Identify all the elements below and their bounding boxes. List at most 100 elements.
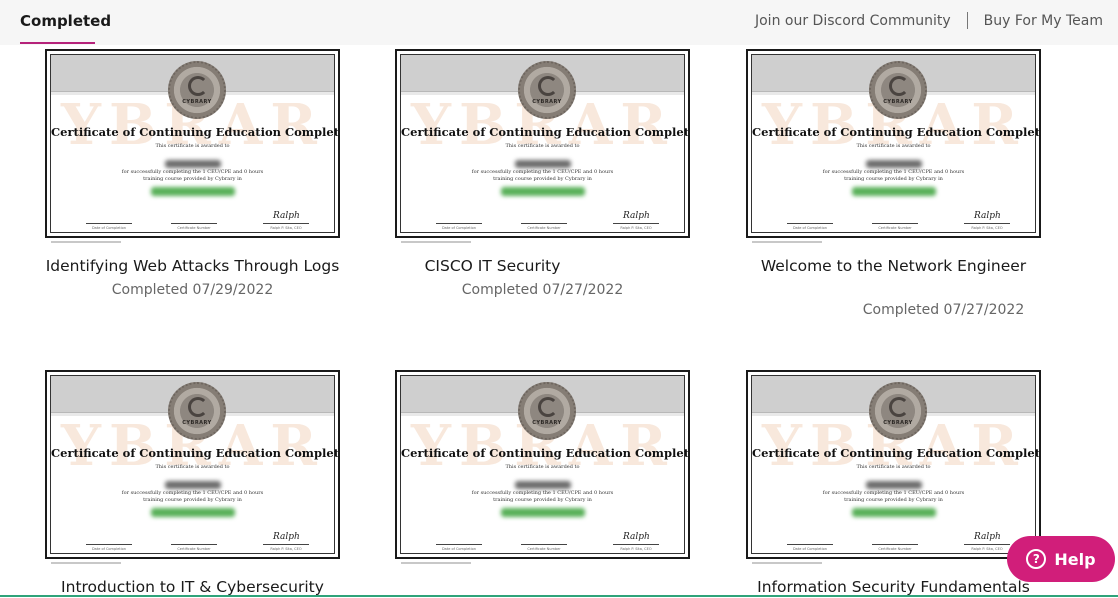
certificate-image: YBRAR CYBRARY Certificate of Continuing … (395, 370, 690, 559)
signature-label: Ralph P. Sita, CEO (270, 547, 302, 551)
course-name-blurred (500, 508, 585, 517)
certificate-title: Certificate of Continuing Education Comp… (752, 125, 1041, 139)
course-title[interactable]: Welcome to the Network Engineer (746, 257, 1041, 275)
signature-line (613, 544, 659, 545)
tab-completed[interactable]: Completed (20, 12, 111, 30)
certificate-awarded-line: This certificate is awarded to (155, 464, 230, 470)
question-circle-icon: ? (1026, 549, 1047, 569)
seal-logo-icon (889, 397, 909, 417)
course-card-4[interactable]: YBRAR CYBRARY Certificate of Continuing … (45, 370, 375, 598)
certificate-provided-line: training course provided by Cybrary in (493, 497, 592, 503)
signature-line (263, 544, 309, 545)
course-card-1[interactable]: YBRAR CYBRARY Certificate of Continuing … (45, 49, 375, 299)
seal-logo-icon (188, 397, 208, 417)
certificate-thumbnail[interactable]: YBRAR CYBRARY Certificate of Continuing … (395, 370, 690, 567)
date-label: Date of Completion (792, 226, 827, 230)
recipient-name-blurred (514, 160, 571, 168)
certificate-frame: YBRAR CYBRARY Certificate of Continuing … (50, 54, 340, 233)
signature-line (263, 223, 309, 224)
course-title[interactable]: CISCO IT Security (345, 257, 640, 275)
seal-logo-icon (538, 397, 558, 417)
completion-date: Completed 07/27/2022 (461, 282, 624, 298)
certificate-frame: YBRAR CYBRARY Certificate of Continuing … (400, 54, 690, 233)
certificate-completing-line: for successfully completing the 1 CEU/CP… (822, 490, 965, 496)
cert-number-line (171, 544, 217, 545)
seal-brand: CYBRARY (182, 99, 212, 105)
certificate-title: Certificate of Continuing Education Comp… (51, 446, 340, 460)
course-name-blurred (150, 187, 235, 196)
certificate-thumbnail[interactable]: YBRAR CYBRARY Certificate of Continuing … (45, 370, 340, 567)
certificate-thumbnail[interactable]: YBRAR CYBRARY Certificate of Continuing … (746, 49, 1041, 246)
help-button[interactable]: ? Help (1007, 536, 1115, 582)
certificate-image: YBRAR CYBRARY Certificate of Continuing … (45, 370, 340, 559)
certificate-image: YBRAR CYBRARY Certificate of Continuing … (45, 49, 340, 238)
seal-logo-icon (889, 76, 909, 96)
certificate-image: YBRAR CYBRARY Certificate of Continuing … (746, 49, 1041, 238)
certificate-title: Certificate of Continuing Education Comp… (401, 125, 690, 139)
signature-label: Ralph P. Sita, CEO (971, 547, 1003, 551)
course-card-5[interactable]: YBRAR CYBRARY Certificate of Continuing … (395, 370, 725, 598)
certificate-awarded-line: This certificate is awarded to (505, 464, 580, 470)
ceo-signature: Ralph (273, 532, 300, 542)
date-line (436, 544, 482, 545)
cert-number-line (872, 544, 918, 545)
date-label: Date of Completion (441, 226, 476, 230)
certificate-footnote (51, 241, 121, 243)
recipient-name-blurred (164, 481, 221, 489)
certificate-completing-line: for successfully completing the 1 CEU/CP… (121, 169, 264, 175)
certificate-footnote (752, 241, 822, 243)
certificate-frame: YBRAR CYBRARY Certificate of Continuing … (751, 54, 1041, 233)
date-line (787, 223, 833, 224)
recipient-name-blurred (164, 160, 221, 168)
ceo-signature: Ralph (974, 211, 1001, 221)
ceo-signature: Ralph (974, 532, 1001, 542)
signature-label: Ralph P. Sita, CEO (270, 226, 302, 230)
certificate-thumbnail[interactable]: YBRAR CYBRARY Certificate of Continuing … (395, 49, 690, 246)
buy-for-team-link[interactable]: Buy For My Team (984, 13, 1103, 29)
certificate-completing-line: for successfully completing the 1 CEU/CP… (471, 490, 614, 496)
certificate-provided-line: training course provided by Cybrary in (143, 497, 242, 503)
signature-line (964, 544, 1010, 545)
cert-number-label: Certificate Number (177, 226, 211, 230)
course-title[interactable]: Identifying Web Attacks Through Logs (45, 257, 340, 275)
cybrary-seal-icon: CYBRARY (869, 61, 927, 119)
certificate-footnote (752, 562, 822, 564)
nav-divider (966, 12, 968, 29)
seal-brand: CYBRARY (532, 420, 562, 426)
seal-logo-icon (188, 76, 208, 96)
completion-date: Completed 07/27/2022 (862, 302, 1025, 318)
seal-logo-icon (538, 76, 558, 96)
cybrary-seal-icon: CYBRARY (869, 382, 927, 440)
course-title[interactable]: Information Security Fundamentals (746, 578, 1041, 596)
certificate-thumbnail[interactable]: YBRAR CYBRARY Certificate of Continuing … (746, 370, 1041, 567)
recipient-name-blurred (865, 481, 922, 489)
course-card-2[interactable]: YBRAR CYBRARY Certificate of Continuing … (395, 49, 725, 299)
seal-brand: CYBRARY (883, 420, 913, 426)
bottom-accent-line (0, 595, 1118, 597)
date-line (86, 223, 132, 224)
certificate-provided-line: training course provided by Cybrary in (844, 497, 943, 503)
certificate-provided-line: training course provided by Cybrary in (844, 176, 943, 182)
cert-number-line (521, 544, 567, 545)
cert-number-line (872, 223, 918, 224)
date-line (86, 544, 132, 545)
signature-label: Ralph P. Sita, CEO (620, 226, 652, 230)
certificate-frame: YBRAR CYBRARY Certificate of Continuing … (50, 375, 340, 554)
certificate-awarded-line: This certificate is awarded to (505, 143, 580, 149)
course-card-3[interactable]: YBRAR CYBRARY Certificate of Continuing … (746, 49, 1076, 318)
discord-link[interactable]: Join our Discord Community (755, 13, 951, 29)
date-label: Date of Completion (441, 547, 476, 551)
certificate-image: YBRAR CYBRARY Certificate of Continuing … (746, 370, 1041, 559)
certificate-thumbnail[interactable]: YBRAR CYBRARY Certificate of Continuing … (45, 49, 340, 246)
top-bar: Completed Join our Discord Community Buy… (0, 0, 1118, 45)
course-name-blurred (851, 187, 936, 196)
signature-line (613, 223, 659, 224)
certificate-awarded-line: This certificate is awarded to (155, 143, 230, 149)
certificate-completing-line: for successfully completing the 1 CEU/CP… (822, 169, 965, 175)
course-title[interactable]: Introduction to IT & Cybersecurity (45, 578, 340, 596)
ceo-signature: Ralph (623, 211, 650, 221)
course-name-blurred (500, 187, 585, 196)
signature-line (964, 223, 1010, 224)
certificate-title: Certificate of Continuing Education Comp… (51, 125, 340, 139)
seal-brand: CYBRARY (532, 99, 562, 105)
